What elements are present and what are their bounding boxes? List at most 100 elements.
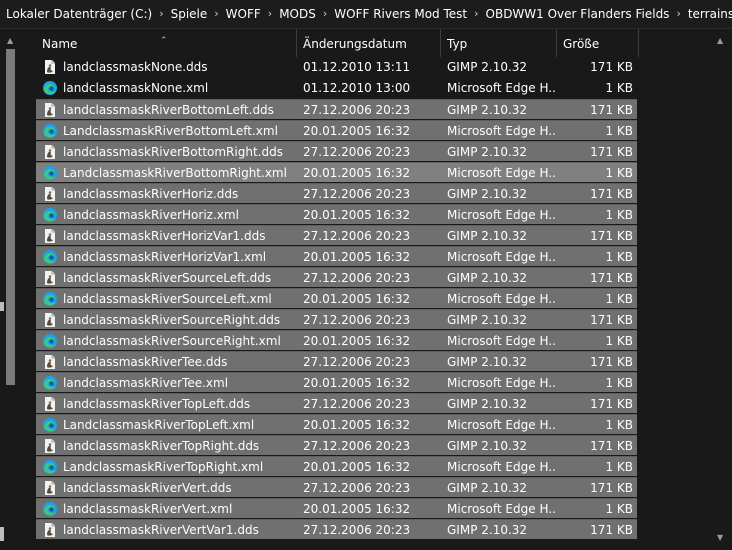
file-modified-date: 20.01.2005 16:32 [303, 376, 411, 390]
gimp-file-icon [45, 481, 55, 495]
file-row[interactable]: landclassmaskRiverHorizVar1.xml 20.01.200… [36, 246, 637, 266]
file-size: 171 KB [590, 481, 633, 495]
file-row[interactable]: landclassmaskRiverVert.xml 20.01.2005 16:… [36, 498, 637, 518]
gimp-file-icon [45, 60, 55, 74]
navigation-scrollbar-thumb[interactable] [6, 49, 15, 385]
navigation-pane-edge: ▲ [0, 29, 22, 550]
edge-file-icon [43, 502, 57, 516]
file-size: 1 KB [605, 460, 633, 474]
file-name: landclassmaskRiverHorizVar1.xml [63, 250, 267, 264]
file-size: 1 KB [605, 124, 633, 138]
breadcrumb-item[interactable]: MODS [272, 0, 323, 28]
file-size: 171 KB [590, 271, 633, 285]
file-row[interactable]: landclassmaskNone.dds 01.12.2010 13:11 GIM… [36, 57, 637, 77]
file-row[interactable]: landclassmaskRiverTopLeft.dds 27.12.2006 … [36, 393, 637, 413]
file-modified-date: 01.12.2010 13:11 [303, 60, 411, 74]
file-row[interactable]: landclassmaskRiverTopRight.dds 27.12.2006… [36, 435, 637, 455]
file-type: Microsoft Edge H... [447, 418, 555, 432]
scroll-up-arrow-icon[interactable]: ▲ [7, 37, 13, 45]
file-row[interactable]: landclassmaskRiverTee.xml 20.01.2005 16:3… [36, 372, 637, 392]
file-row[interactable]: landclassmaskRiverSourceRight.xml 20.01.2… [36, 330, 637, 350]
file-list[interactable]: ⌃ Name Änderungsdatum Typ Größe landclas… [36, 29, 710, 550]
column-header-type-label: Typ [447, 37, 468, 51]
file-name: landclassmaskRiverVert.dds [63, 481, 232, 495]
file-row[interactable]: landclassmaskRiverVert.dds 27.12.2006 20:… [36, 477, 637, 497]
gimp-file-icon [45, 271, 55, 285]
scroll-down-arrow-icon[interactable]: ▼ [717, 534, 723, 542]
gimp-file-icon [45, 355, 55, 369]
column-header-name[interactable]: ⌃ Name [36, 29, 297, 57]
column-header-name-label: Name [42, 37, 78, 51]
file-size: 1 KB [605, 292, 633, 306]
file-modified-date: 20.01.2005 16:32 [303, 418, 411, 432]
breadcrumb-item[interactable]: Lokaler Datenträger (C:) [0, 0, 159, 28]
file-type: GIMP 2.10.32 [447, 355, 528, 369]
file-modified-date: 27.12.2006 20:23 [303, 481, 411, 495]
file-modified-date: 27.12.2006 20:23 [303, 313, 411, 327]
file-type: GIMP 2.10.32 [447, 481, 528, 495]
file-row[interactable]: LandclassmaskRiverBottomRight.xml 20.01.2… [36, 162, 637, 182]
breadcrumb-item[interactable]: WOFF [219, 0, 268, 28]
breadcrumb-item[interactable]: OBDWW1 Over Flanders Fields [479, 0, 677, 28]
file-size: 1 KB [605, 81, 633, 95]
edge-file-icon [43, 376, 57, 390]
file-type: GIMP 2.10.32 [447, 523, 528, 537]
file-row[interactable]: landclassmaskRiverTee.dds 27.12.2006 20:2… [36, 351, 637, 371]
edge-file-icon [43, 292, 57, 306]
file-name: LandclassmaskRiverBottomLeft.xml [63, 124, 278, 138]
file-row[interactable]: LandclassmaskRiverTopLeft.xml 20.01.2005 … [36, 414, 637, 434]
file-type: Microsoft Edge H... [447, 502, 555, 516]
column-header-size[interactable]: Größe [557, 29, 639, 57]
gimp-file-icon [45, 397, 55, 411]
file-row[interactable]: landclassmaskRiverHoriz.dds 27.12.2006 20… [36, 183, 637, 203]
column-header-type[interactable]: Typ [441, 29, 557, 57]
sort-ascending-icon: ⌃ [160, 36, 168, 46]
navigation-item-fragment[interactable] [0, 302, 4, 311]
file-type: GIMP 2.10.32 [447, 439, 528, 453]
breadcrumb-item[interactable]: terrains [681, 0, 732, 28]
file-type: GIMP 2.10.32 [447, 103, 528, 117]
file-row[interactable]: landclassmaskRiverVertVar1.dds 27.12.2006… [36, 519, 637, 539]
file-name: landclassmaskRiverSourceRight.xml [63, 334, 281, 348]
file-row[interactable]: landclassmaskRiverHorizVar1.dds 27.12.200… [36, 225, 637, 245]
file-row[interactable]: landclassmaskRiverSourceRight.dds 27.12.2… [36, 309, 637, 329]
file-type: GIMP 2.10.32 [447, 313, 528, 327]
file-modified-date: 20.01.2005 16:32 [303, 124, 411, 138]
file-row[interactable]: landclassmaskRiverSourceLeft.dds 27.12.20… [36, 267, 637, 287]
vertical-scrollbar[interactable]: ▲ ▼ [710, 29, 732, 550]
file-name: landclassmaskRiverSourceRight.dds [63, 313, 281, 327]
file-type: GIMP 2.10.32 [447, 145, 528, 159]
file-name: landclassmaskRiverTopLeft.dds [63, 397, 251, 411]
file-size: 1 KB [605, 376, 633, 390]
gimp-file-icon [45, 313, 55, 327]
file-name: landclassmaskRiverBottomRight.dds [63, 145, 283, 159]
file-row[interactable]: landclassmaskNone.xml 01.12.2010 13:00 Mic… [36, 78, 637, 98]
navigation-item-fragment[interactable] [0, 527, 4, 541]
file-name: LandclassmaskRiverTopLeft.xml [63, 418, 255, 432]
file-name: landclassmaskRiverBottomLeft.dds [63, 103, 274, 117]
file-modified-date: 20.01.2005 16:32 [303, 208, 411, 222]
breadcrumb-item[interactable]: WOFF Rivers Mod Test [327, 0, 474, 28]
edge-file-icon [43, 334, 57, 348]
gimp-file-icon [45, 145, 55, 159]
file-type: Microsoft Edge H... [447, 460, 555, 474]
file-row[interactable]: landclassmaskRiverHoriz.xml 20.01.2005 16… [36, 204, 637, 224]
file-row[interactable]: LandclassmaskRiverTopRight.xml 20.01.2005… [36, 456, 637, 476]
file-row[interactable]: landclassmaskRiverSourceLeft.xml 20.01.20… [36, 288, 637, 308]
file-name: landclassmaskRiverTee.xml [63, 376, 229, 390]
file-modified-date: 01.12.2010 13:00 [303, 81, 411, 95]
file-size: 171 KB [590, 60, 633, 74]
file-row[interactable]: landclassmaskRiverBottomRight.dds 27.12.2… [36, 141, 637, 161]
file-type: Microsoft Edge H... [447, 250, 555, 264]
gimp-file-icon [45, 103, 55, 117]
breadcrumb-item[interactable]: Spiele [164, 0, 215, 28]
file-row[interactable]: LandclassmaskRiverBottomLeft.xml 20.01.20… [36, 120, 637, 140]
scroll-up-arrow-icon[interactable]: ▲ [717, 37, 723, 45]
file-row[interactable]: landclassmaskRiverBottomLeft.dds 27.12.20… [36, 99, 637, 119]
breadcrumb[interactable]: Lokaler Datenträger (C:) › Spiele › WOFF › MOD… [0, 0, 732, 29]
column-header-date[interactable]: Änderungsdatum [297, 29, 441, 57]
file-size: 171 KB [590, 439, 633, 453]
edge-file-icon [43, 166, 57, 180]
gimp-file-icon [45, 523, 55, 537]
file-modified-date: 27.12.2006 20:23 [303, 229, 411, 243]
